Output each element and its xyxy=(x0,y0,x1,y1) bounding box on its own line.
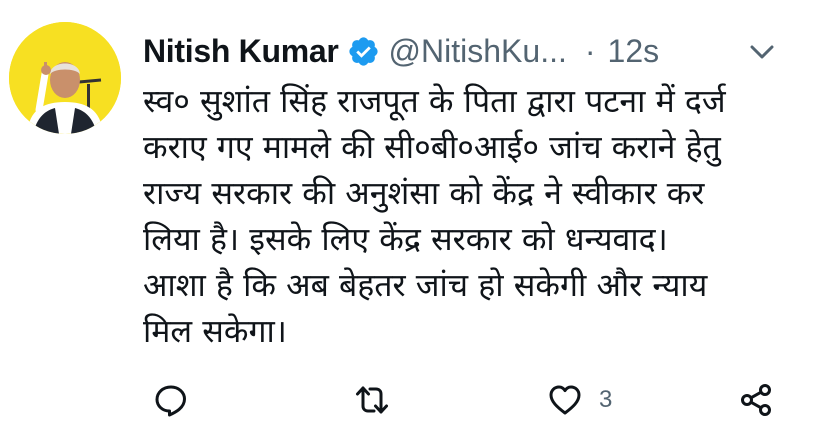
tweet-actions: 3 xyxy=(0,372,828,428)
retweet-button[interactable] xyxy=(354,378,390,422)
profile-photo xyxy=(9,22,121,134)
chevron-down-icon[interactable] xyxy=(748,40,776,64)
tweet-text-line: मिल सकेगा। xyxy=(143,312,287,350)
like-count: 3 xyxy=(599,386,613,413)
tweet-text-line: लिया है। इसके लिए केंद्र सरकार को धन्यवा… xyxy=(143,220,668,258)
tweet-text-line: राज्य सरकार की अनुशंसा को केंद्र ने स्वी… xyxy=(143,174,705,212)
heart-icon xyxy=(549,385,581,415)
verified-badge-icon xyxy=(347,35,380,68)
tweet-timestamp[interactable]: 12s xyxy=(608,33,660,70)
author-name[interactable]: Nitish Kumar xyxy=(143,33,339,70)
tweet-header: Nitish Kumar @NitishKu... · 12s xyxy=(143,26,659,76)
reply-button[interactable] xyxy=(153,378,189,422)
tweet-text: स्व० सुशांत सिंह राजपूत के पिता द्वारा प… xyxy=(143,78,813,354)
share-button[interactable] xyxy=(738,378,774,422)
reply-icon xyxy=(155,385,186,417)
retweet-icon xyxy=(356,386,388,414)
avatar[interactable] xyxy=(9,22,121,134)
tweet-text-line: कराए गए मामले की सी०बी०आई० जांच कराने हे… xyxy=(143,128,721,166)
tweet-card[interactable]: Nitish Kumar @NitishKu... · 12s स्व० सुश… xyxy=(0,0,828,446)
tweet-text-line: स्व० सुशांत सिंह राजपूत के पिता द्वारा प… xyxy=(143,82,726,120)
like-button[interactable]: 3 xyxy=(547,378,612,422)
author-handle[interactable]: @NitishKu... xyxy=(389,33,567,70)
share-icon xyxy=(741,384,771,416)
tweet-text-line: आशा है कि अब बेहतर जांच हो सकेगी और न्या… xyxy=(143,266,708,304)
separator-dot: · xyxy=(584,32,596,69)
